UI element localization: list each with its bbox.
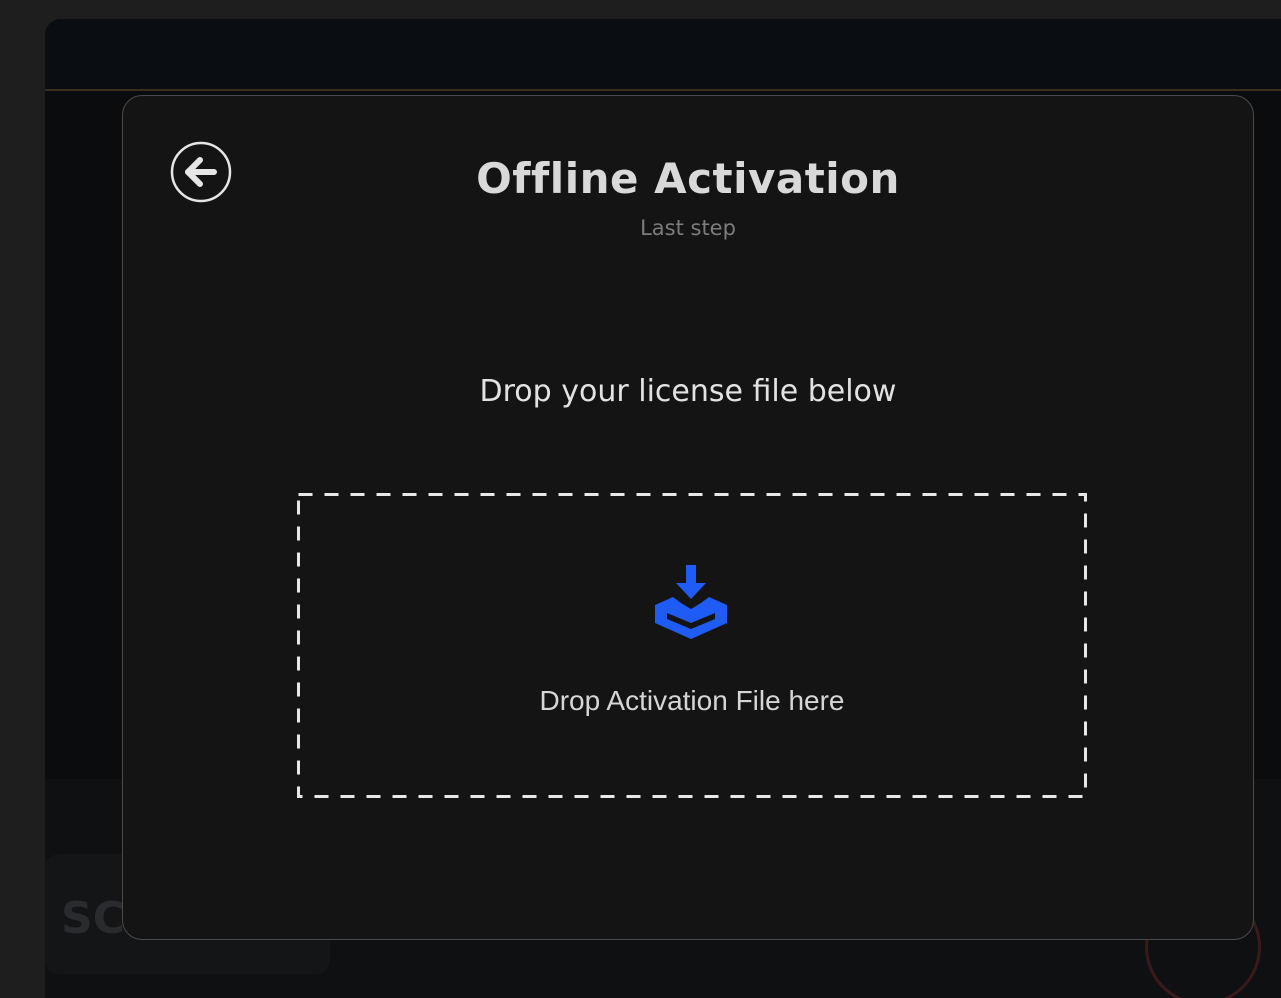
dropzone-label: Drop Activation File here <box>539 685 845 716</box>
offline-activation-dialog: Offline Activation Last step Drop your l… <box>122 95 1254 940</box>
file-dropzone[interactable]: Drop Activation File here <box>297 493 1087 798</box>
dialog-subtitle: Last step <box>640 216 736 240</box>
app-header <box>45 19 1281 91</box>
instruction-text: Drop your license file below <box>479 374 897 409</box>
dialog-title: Offline Activation <box>476 154 900 203</box>
background-faded-text: SC <box>61 893 125 944</box>
dropzone-dashed-border <box>297 493 1087 798</box>
tray-download-icon <box>655 565 727 639</box>
